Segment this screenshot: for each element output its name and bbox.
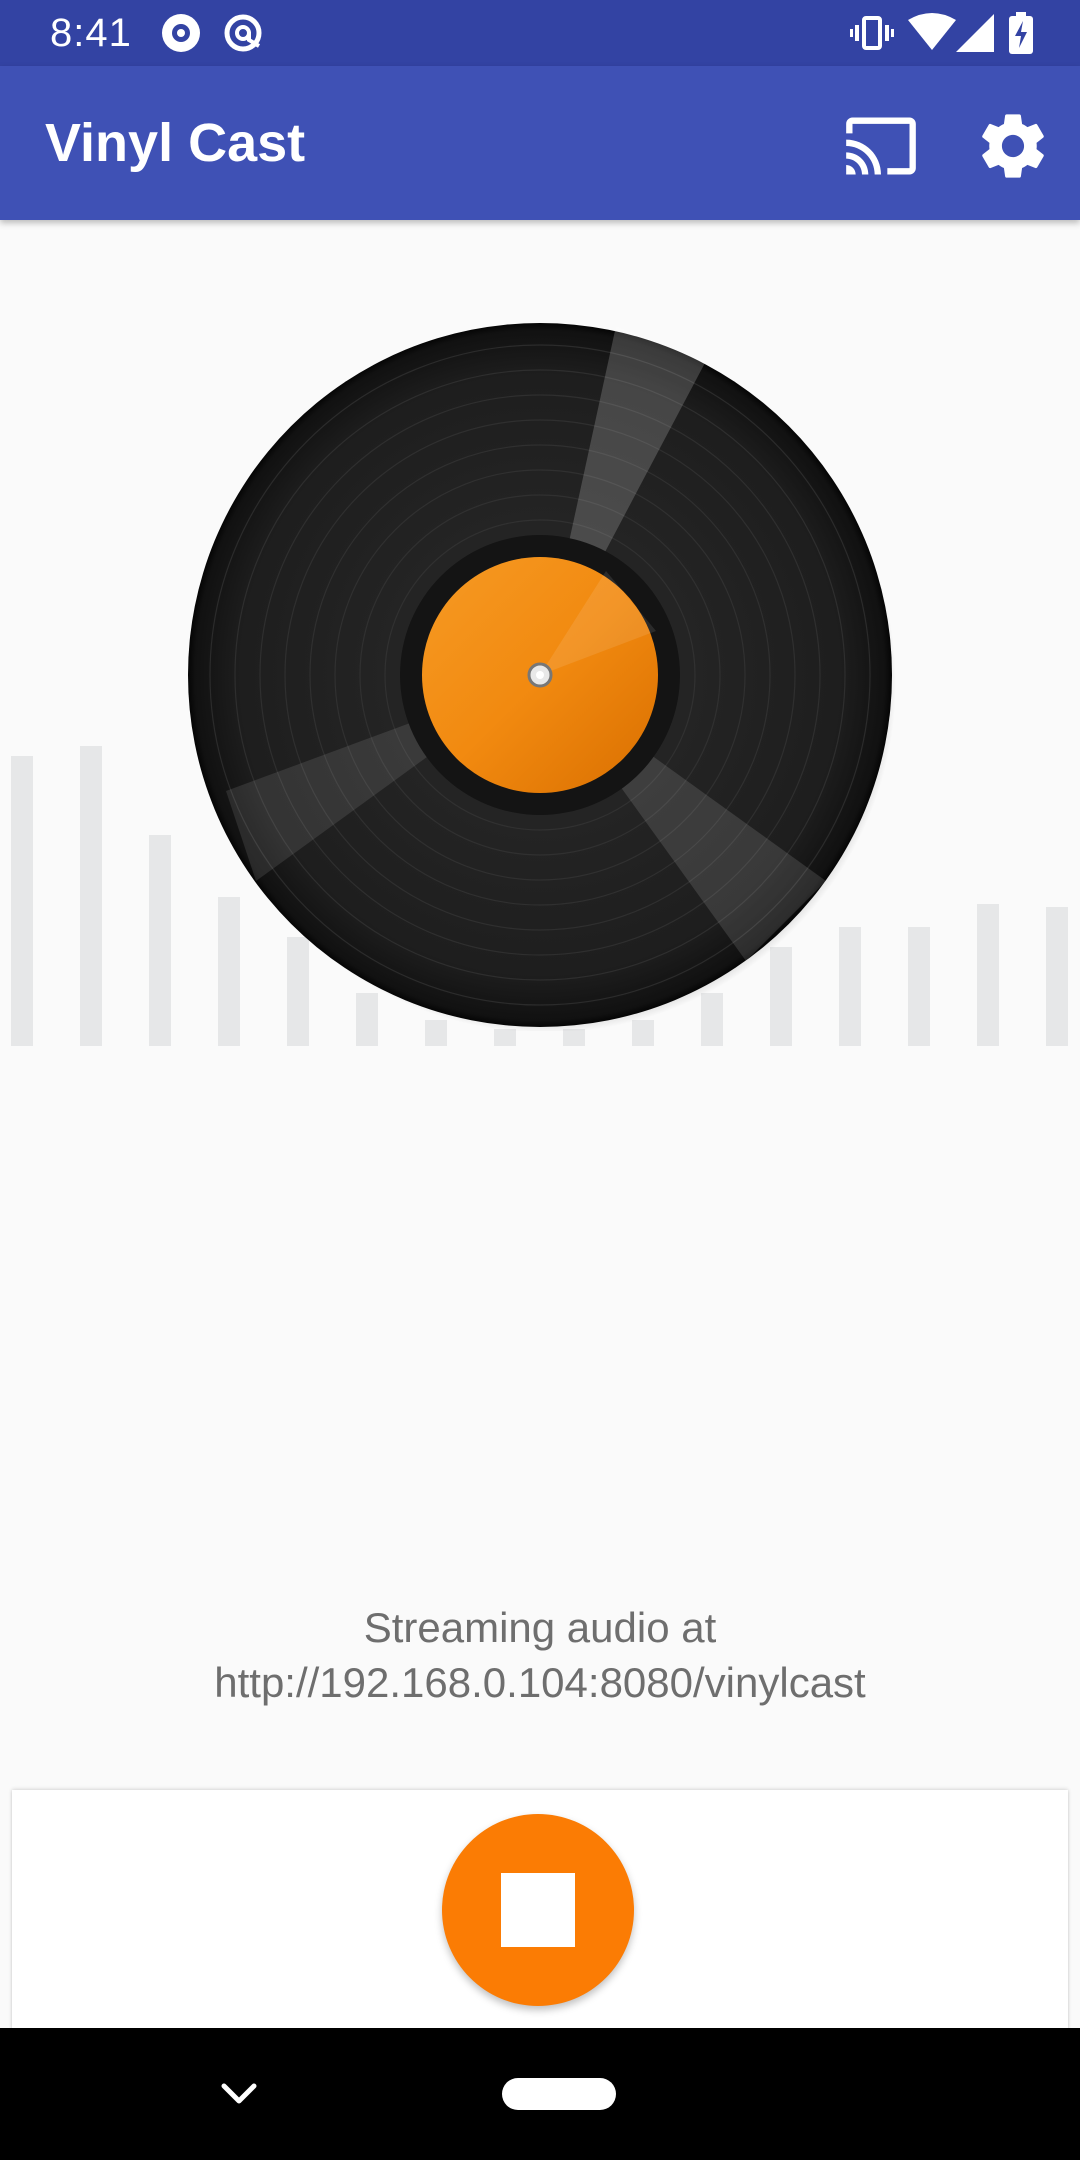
vinyl-record-image [188, 323, 896, 1031]
streaming-url: http://192.168.0.104:8080/vinylcast [214, 1659, 866, 1706]
gear-icon[interactable] [975, 108, 1051, 184]
visualizer-bar [149, 835, 171, 1046]
visualizer-bar [494, 1029, 516, 1046]
visualizer-bar [563, 1029, 585, 1046]
bottom-control-card [12, 1790, 1068, 2030]
chevron-down-icon[interactable] [214, 2074, 264, 2114]
app-bar: Vinyl Cast [0, 66, 1080, 220]
stop-icon [501, 1873, 575, 1947]
visualizer-bar [11, 756, 33, 1046]
system-navigation-bar [0, 2028, 1080, 2160]
streaming-status-line: Streaming audio at [363, 1604, 717, 1651]
stop-button[interactable] [442, 1814, 634, 2006]
home-pill-icon[interactable] [502, 2078, 616, 2110]
cast-icon[interactable] [843, 108, 919, 184]
visualizer-bar [908, 927, 930, 1046]
app-title: Vinyl Cast [45, 113, 306, 173]
visualizer-bar [977, 904, 999, 1046]
streaming-status-text: Streaming audio at http://192.168.0.104:… [0, 1600, 1080, 1710]
visualizer-bar [1046, 907, 1068, 1046]
visualizer-bar [80, 746, 102, 1046]
